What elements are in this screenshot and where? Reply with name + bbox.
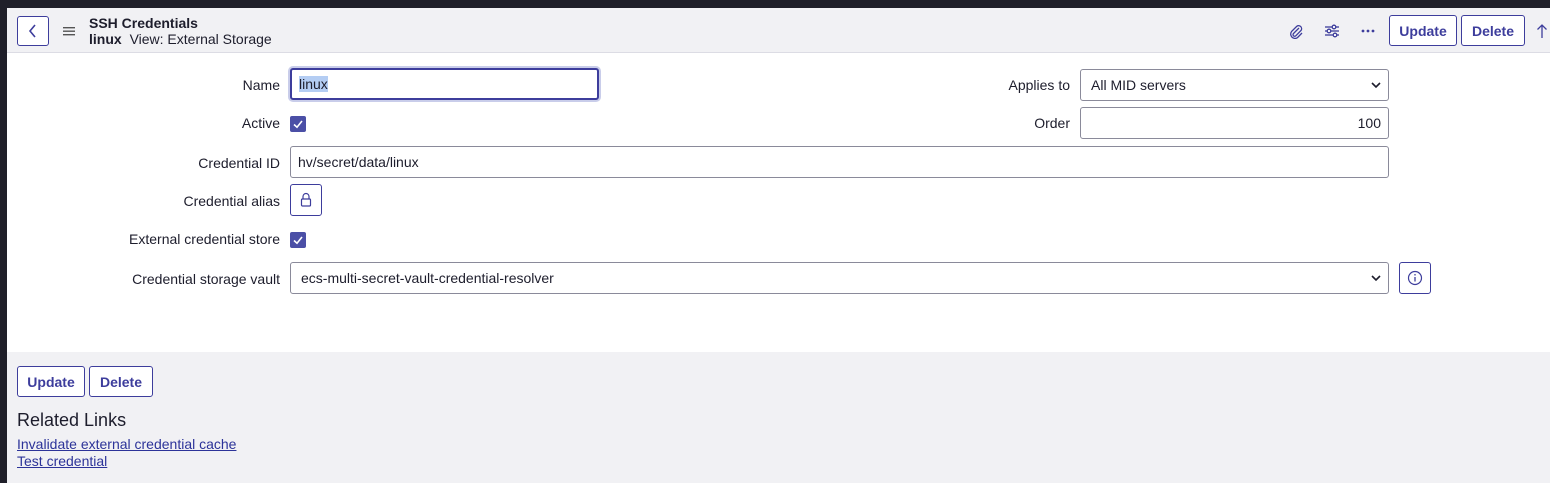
- info-icon: [1407, 270, 1423, 286]
- name-label: Name: [242, 77, 280, 93]
- active-label: Active: [241, 115, 280, 131]
- chevron-down-icon: [1371, 275, 1381, 282]
- credential-id-label: Credential ID: [198, 155, 280, 171]
- chevron-down-icon: [1371, 82, 1381, 89]
- back-button[interactable]: [17, 16, 49, 46]
- applies-to-value: All MID servers: [1091, 77, 1186, 93]
- checkmark-icon: [293, 236, 303, 245]
- table-title: SSH Credentials: [89, 15, 198, 31]
- header-delete-button[interactable]: Delete: [1461, 15, 1525, 46]
- credential-id-input[interactable]: hv/secret/data/linux: [290, 146, 1389, 178]
- storage-vault-select[interactable]: ecs-multi-secret-vault-credential-resolv…: [290, 262, 1389, 294]
- storage-vault-value: ecs-multi-secret-vault-credential-resolv…: [301, 270, 554, 286]
- form-frame: SSH Credentials linux View: External Sto…: [7, 8, 1550, 483]
- ellipsis-icon: [1361, 29, 1375, 33]
- arrow-up-icon: [1537, 24, 1547, 38]
- view-label: View: External Storage: [129, 31, 272, 47]
- order-value: 100: [1357, 115, 1381, 131]
- storage-vault-info-button[interactable]: [1399, 262, 1431, 294]
- credential-id-value: hv/secret/data/linux: [298, 154, 419, 170]
- top-window-strip: [0, 0, 1550, 8]
- form-header: SSH Credentials linux View: External Sto…: [7, 8, 1550, 53]
- checkmark-icon: [293, 120, 303, 129]
- left-window-strip: [0, 0, 7, 483]
- applies-to-select[interactable]: All MID servers: [1080, 69, 1389, 101]
- lock-icon: [300, 192, 312, 207]
- personalize-button[interactable]: [1322, 21, 1342, 41]
- footer-update-button[interactable]: Update: [17, 366, 85, 397]
- order-input[interactable]: 100: [1080, 107, 1389, 139]
- footer-delete-button[interactable]: Delete: [89, 366, 153, 397]
- record-name: linux: [89, 31, 122, 47]
- hamburger-menu-icon[interactable]: [62, 24, 76, 38]
- test-credential-link[interactable]: Test credential: [17, 453, 107, 469]
- form-footer: Update Delete Related Links Invalidate e…: [7, 352, 1550, 483]
- active-checkbox[interactable]: [290, 116, 306, 132]
- back-icon: [28, 24, 36, 38]
- scroll-top-button[interactable]: [1534, 21, 1550, 41]
- name-value: linux: [299, 76, 328, 92]
- applies-to-label: Applies to: [1008, 77, 1070, 93]
- invalidate-cache-link[interactable]: Invalidate external credential cache: [17, 436, 236, 452]
- paperclip-icon: [1290, 25, 1303, 39]
- attachment-button[interactable]: [1286, 21, 1306, 41]
- header-update-button[interactable]: Update: [1389, 15, 1457, 46]
- external-store-label: External credential store: [129, 231, 280, 247]
- name-input[interactable]: linux: [290, 68, 599, 100]
- more-options-button[interactable]: [1358, 21, 1378, 41]
- credential-alias-label: Credential alias: [183, 193, 281, 209]
- order-label: Order: [1034, 115, 1070, 131]
- storage-vault-label: Credential storage vault: [132, 271, 280, 287]
- sliders-icon: [1325, 24, 1339, 38]
- title-block: SSH Credentials linux View: External Sto…: [89, 15, 272, 47]
- credential-alias-lock-button[interactable]: [290, 184, 322, 216]
- record-subtitle: linux View: External Storage: [89, 31, 272, 47]
- external-store-checkbox[interactable]: [290, 232, 306, 248]
- related-links-title: Related Links: [17, 410, 127, 430]
